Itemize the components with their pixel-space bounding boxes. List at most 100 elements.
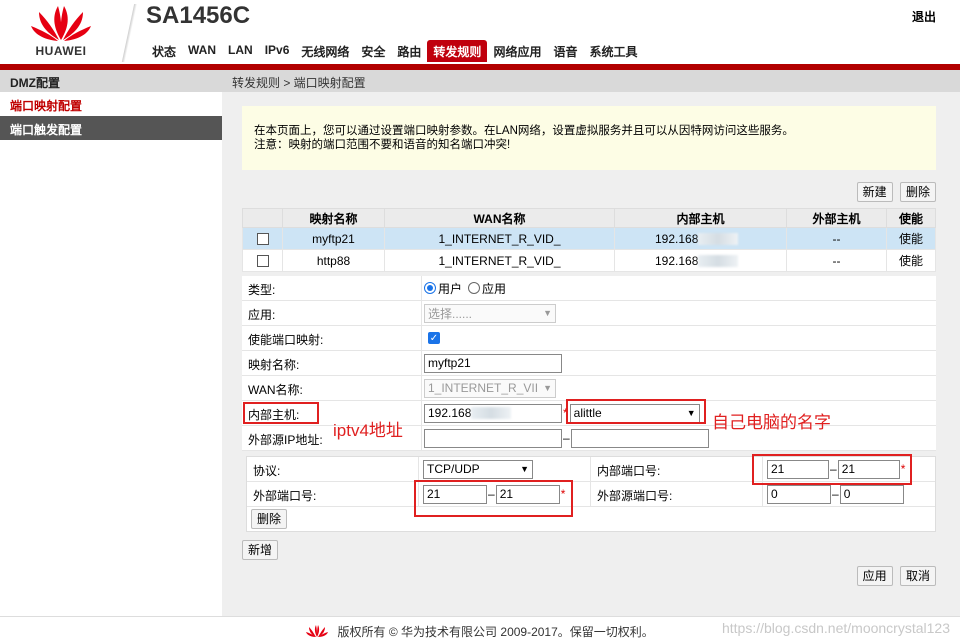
col-mapping-name: 映射名称 — [282, 208, 385, 228]
row-enable: 使能 — [886, 227, 936, 250]
chevron-down-icon: ▼ — [543, 308, 552, 318]
table-actions: 新建 删除 — [856, 182, 936, 202]
new-button[interactable]: 新建 — [856, 182, 893, 202]
row-wan-name: 1_INTERNET_R_VID_ — [384, 249, 615, 272]
row-internal-host: 192.168 — [655, 253, 699, 268]
col-select — [242, 208, 283, 228]
blurred-region — [698, 255, 739, 268]
apply-button[interactable]: 应用 — [856, 566, 893, 586]
sidebar-item-dmz[interactable]: DMZ配置 — [0, 70, 222, 92]
row-host-cell: 192.168 — [614, 227, 787, 250]
type-user-label: 用户 — [438, 281, 463, 296]
nav-security[interactable]: 安全 — [355, 40, 391, 62]
annotation-iptv: iptv4地址 — [333, 421, 403, 440]
nav-forwarding[interactable]: 转发规则 — [427, 40, 488, 62]
table-header: 映射名称 WAN名称 内部主机 外部主机 使能 — [242, 208, 936, 228]
ext-src-port-label: 外部源端口号: — [591, 482, 763, 506]
ext-src-port-start-input[interactable]: 0 — [767, 484, 831, 504]
sidebar-item-port-mapping[interactable]: 端口映射配置 — [0, 92, 222, 116]
row-mapping-name: myftp21 — [282, 227, 385, 250]
inner-port-label: 内部端口号: — [591, 457, 763, 481]
type-app-label: 应用 — [482, 281, 507, 296]
chevron-down-icon: ▼ — [543, 383, 552, 393]
logout-link[interactable]: 退出 — [912, 8, 936, 25]
col-wan-name: WAN名称 — [384, 208, 615, 228]
ext-src-port-end-input[interactable]: 0 — [839, 484, 904, 504]
internal-host-input[interactable]: 192.168 — [424, 403, 562, 423]
src-ip-start-input[interactable] — [424, 428, 562, 448]
row-external-host: -- — [786, 249, 887, 272]
wan-select[interactable]: 1_INTERNET_R_VII ▼ — [424, 378, 556, 398]
nav-wan[interactable]: WAN — [182, 40, 222, 62]
add-button[interactable]: 新增 — [242, 540, 279, 560]
sub-delete-button[interactable]: 删除 — [251, 509, 288, 529]
form-row-app: 应用: 选择...... ▼ — [242, 301, 936, 326]
huawei-logo: HUAWEI — [0, 0, 122, 64]
huawei-flower-icon — [31, 6, 91, 41]
blurred-region — [698, 233, 739, 246]
app-select-value: 选择...... — [428, 306, 473, 321]
watermark-text: https://blog.csdn.net/mooncrystal123 — [721, 620, 950, 636]
protocol-label: 协议: — [247, 457, 419, 481]
col-external-host: 外部主机 — [786, 208, 887, 228]
nav-route[interactable]: 路由 — [391, 40, 427, 62]
sidebar-item-port-trigger[interactable]: 端口触发配置 — [0, 116, 222, 140]
col-internal-host: 内部主机 — [614, 208, 787, 228]
nav-wireless[interactable]: 无线网络 — [295, 40, 355, 62]
form-row-enable: 使能端口映射: ✓ — [242, 326, 936, 351]
row-checkbox[interactable] — [256, 233, 269, 246]
cancel-button[interactable]: 取消 — [899, 566, 936, 586]
row-external-host: -- — [786, 227, 887, 250]
huawei-flower-icon — [306, 625, 329, 637]
row-wan-name: 1_INTERNET_R_VID_ — [384, 227, 615, 250]
brand-name: HUAWEI — [35, 44, 87, 58]
header: HUAWEI SA1456C 退出 状态 WAN LAN IPv6 无线网络 安… — [0, 0, 960, 64]
type-app-radio[interactable] — [468, 282, 481, 294]
nav-status[interactable]: 状态 — [146, 40, 182, 62]
mapping-table: 映射名称 WAN名称 内部主机 外部主机 使能 myftp21 1_INTERN… — [242, 208, 936, 272]
notice-line-2: 注意：映射的端口范围不要和语音的知名端口冲突! — [254, 139, 511, 151]
enable-checkbox[interactable]: ✓ — [428, 332, 440, 344]
form-row-wan: WAN名称: 1_INTERNET_R_VII ▼ — [242, 376, 936, 401]
form-actions: 应用 取消 — [856, 566, 936, 586]
nav-system-tools[interactable]: 系统工具 — [583, 40, 643, 62]
notice-line-1: 在本页面上，您可以通过设置端口映射参数。在LAN网络，设置虚拟服务并且可以从因特… — [254, 125, 794, 137]
range-dash: – — [832, 487, 839, 501]
annotation-box-ext-port — [414, 480, 573, 517]
chevron-down-icon: ▼ — [520, 464, 529, 474]
mapping-name-input[interactable]: myftp21 — [424, 353, 562, 373]
subform-row-2: 外部端口号: 21 – 21 * 外部源端口号: 0 – 0 — [247, 482, 935, 507]
internal-host-value: 192.168 — [428, 406, 472, 420]
blurred-region — [471, 407, 512, 419]
copyright-text: 版权所有 © 华为技术有限公司 2009-2017。保留一切权利。 — [337, 625, 654, 639]
nav-network-app[interactable]: 网络应用 — [487, 40, 547, 62]
nav-voice[interactable]: 语音 — [547, 40, 583, 62]
nav-lan[interactable]: LAN — [222, 40, 259, 62]
annotation-box-host-label — [243, 402, 319, 424]
row-mapping-name: http88 — [282, 249, 385, 272]
main-nav: 状态 WAN LAN IPv6 无线网络 安全 路由 转发规则 网络应用 语音 … — [146, 40, 643, 62]
form-row-name: 映射名称: myftp21 — [242, 351, 936, 376]
row-checkbox[interactable] — [256, 255, 269, 268]
wan-select-value: 1_INTERNET_R_VII — [428, 381, 539, 395]
protocol-select[interactable]: TCP/UDP ▼ — [423, 459, 533, 479]
src-ip-end-input[interactable] — [570, 428, 709, 448]
annotation-box-host-select — [566, 399, 706, 424]
app-select[interactable]: 选择...... ▼ — [424, 303, 556, 323]
range-dash: – — [563, 431, 570, 445]
breadcrumb: 转发规则 > 端口映射配置 — [222, 70, 960, 92]
table-row[interactable]: http88 1_INTERNET_R_VID_ 192.168 -- 使能 — [242, 249, 936, 272]
ext-port-label: 外部端口号: — [247, 482, 419, 506]
form-row-type: 类型: 用户 应用 — [242, 276, 936, 301]
app-label: 应用: — [242, 301, 422, 325]
notice-box: 在本页面上，您可以通过设置端口映射参数。在LAN网络，设置虚拟服务并且可以从因特… — [242, 106, 936, 170]
table-row[interactable]: myftp21 1_INTERNET_R_VID_ 192.168 -- 使能 — [242, 227, 936, 250]
footer: 版权所有 © 华为技术有限公司 2009-2017。保留一切权利。 https:… — [0, 616, 960, 642]
annotation-pc-name: 自己电脑的名字 — [712, 413, 831, 432]
col-enable: 使能 — [886, 208, 936, 228]
main-content: 转发规则 > 端口映射配置 在本页面上，您可以通过设置端口映射参数。在LAN网络… — [222, 70, 960, 616]
delete-button[interactable]: 删除 — [899, 182, 936, 202]
type-user-radio[interactable] — [424, 282, 436, 294]
enable-label: 使能端口映射: — [242, 326, 422, 350]
nav-ipv6[interactable]: IPv6 — [259, 40, 296, 62]
